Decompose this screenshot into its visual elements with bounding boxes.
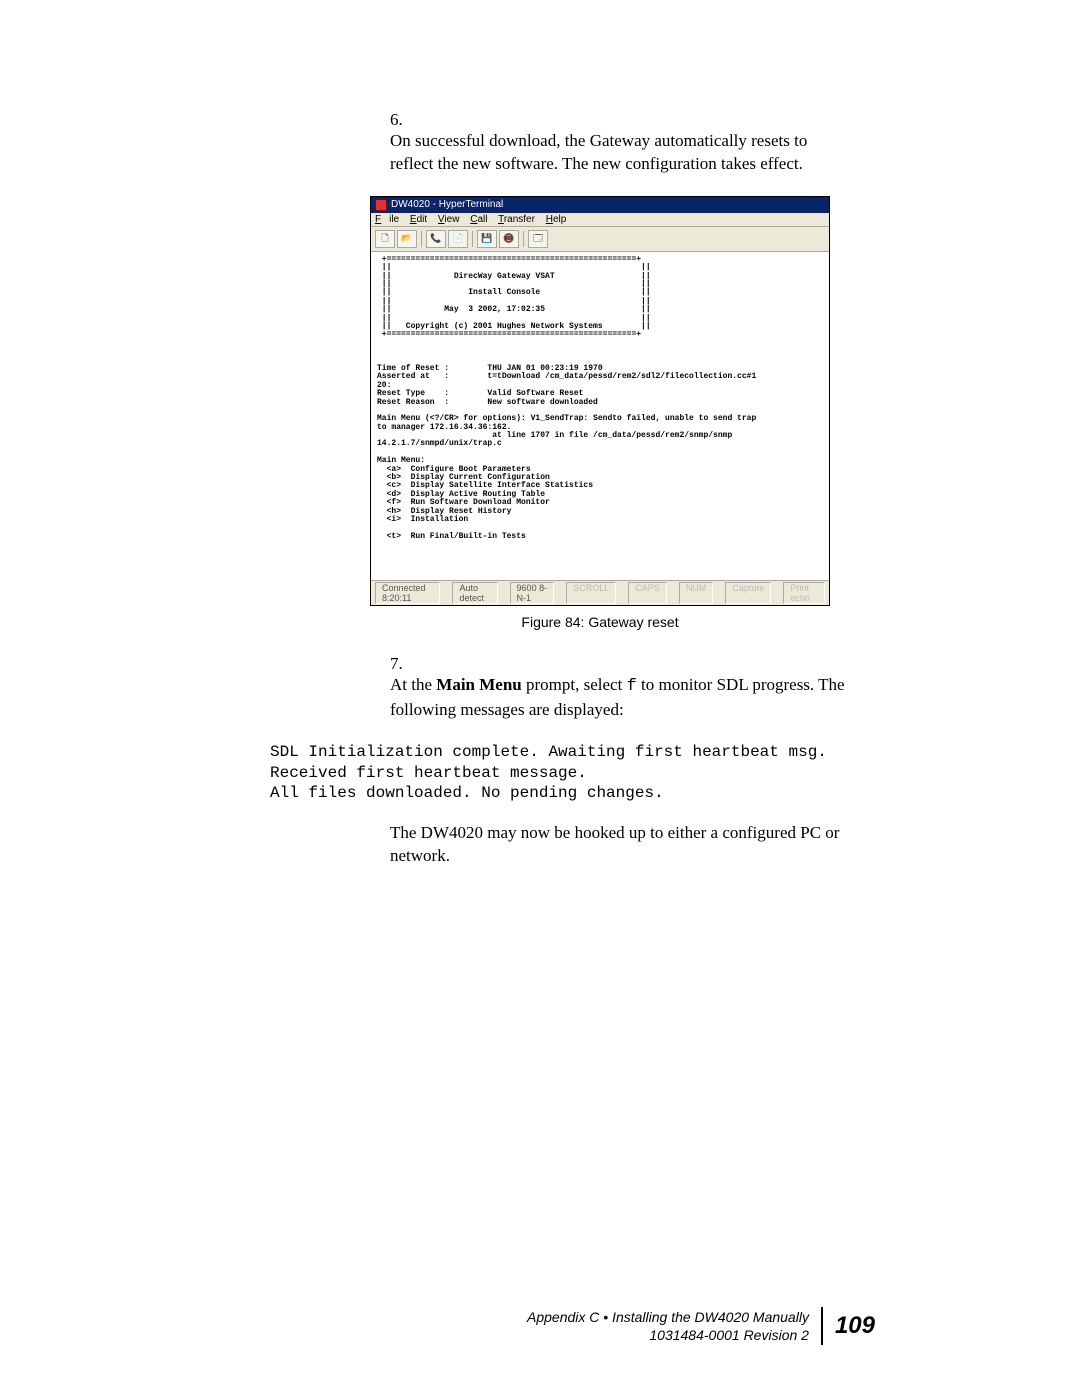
followup-paragraph: The DW4020 may now be hooked up to eithe…	[390, 822, 875, 868]
send-icon[interactable]: 💾	[477, 230, 497, 248]
toolbar-separator-2	[472, 231, 473, 247]
step-7: 7. At the Main Menu prompt, select f to …	[390, 654, 875, 722]
status-detect: Auto detect	[452, 582, 497, 604]
status-scroll: SCROLL	[566, 582, 616, 604]
footer-line1: Appendix C • Installing the DW4020 Manua…	[527, 1308, 809, 1326]
toolbar: 🗋 📂 📞 📄 💾 📵 🗔	[371, 227, 829, 252]
terminal-output: +=======================================…	[371, 252, 829, 580]
step-6-text: On successful download, the Gateway auto…	[390, 130, 851, 176]
step-6: 6. On successful download, the Gateway a…	[390, 110, 875, 176]
hyperterminal-window: DW4020 - HyperTerminal File Edit View Ca…	[370, 196, 830, 606]
status-bar: Connected 8:20:11 Auto detect 9600 8-N-1…	[371, 580, 829, 605]
menu-file[interactable]: File	[375, 214, 399, 225]
menu-call[interactable]: Call	[470, 214, 487, 225]
app-icon	[375, 199, 387, 211]
step-7-code: f	[627, 677, 637, 696]
figure-caption: Figure 84: Gateway reset	[370, 614, 830, 630]
footer-divider	[821, 1307, 823, 1345]
status-capture: Capture	[725, 582, 771, 604]
new-icon[interactable]: 🗋	[375, 230, 395, 248]
step-7-mid: prompt, select	[522, 675, 627, 694]
page-footer: Appendix C • Installing the DW4020 Manua…	[0, 1307, 1080, 1345]
footer-line2: 1031484-0001 Revision 2	[527, 1326, 809, 1344]
figure-84: DW4020 - HyperTerminal File Edit View Ca…	[370, 196, 830, 606]
open-icon[interactable]: 📂	[397, 230, 417, 248]
menu-edit[interactable]: Edit	[410, 214, 427, 225]
menu-help[interactable]: Help	[546, 214, 567, 225]
status-caps: CAPS	[628, 582, 667, 604]
menu-view[interactable]: View	[438, 214, 460, 225]
step-7-bold: Main Menu	[436, 675, 521, 694]
properties-icon[interactable]: 🗔	[528, 230, 548, 248]
status-num: NUM	[679, 582, 714, 604]
disconnect-icon[interactable]: 📄	[448, 230, 468, 248]
page-number: 109	[835, 1312, 875, 1340]
step-7-prefix: At the	[390, 675, 436, 694]
footer-text: Appendix C • Installing the DW4020 Manua…	[527, 1308, 821, 1344]
window-titlebar: DW4020 - HyperTerminal	[371, 197, 829, 213]
step-7-text: At the Main Menu prompt, select f to mon…	[390, 674, 851, 722]
status-connected: Connected 8:20:11	[375, 582, 440, 604]
sdl-output-block: SDL Initialization complete. Awaiting fi…	[270, 742, 875, 804]
window-title: DW4020 - HyperTerminal	[391, 199, 503, 210]
toolbar-separator-3	[523, 231, 524, 247]
connect-icon[interactable]: 📞	[426, 230, 446, 248]
status-baud: 9600 8-N-1	[510, 582, 555, 604]
menu-transfer[interactable]: Transfer	[498, 214, 535, 225]
step-6-number: 6.	[390, 110, 410, 130]
receive-icon[interactable]: 📵	[499, 230, 519, 248]
status-printecho: Print echo	[783, 582, 825, 604]
menu-bar: File Edit View Call Transfer Help	[371, 213, 829, 227]
step-7-number: 7.	[390, 654, 410, 674]
toolbar-separator	[421, 231, 422, 247]
